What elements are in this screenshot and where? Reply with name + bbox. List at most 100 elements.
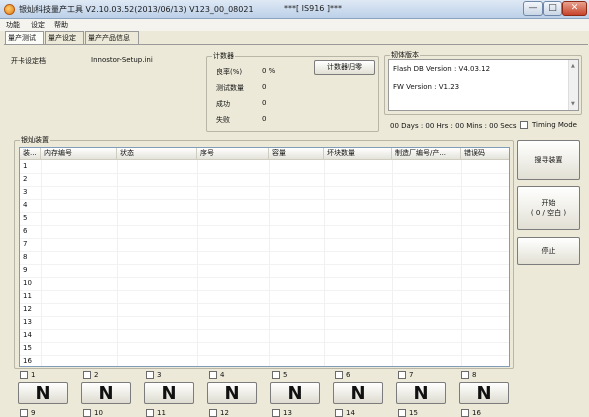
window-title: 银灿科技量产工具 V2.10.03.52(2013/06/13) V123_00… — [19, 5, 254, 14]
tab-product-info[interactable]: 量产产品信息 — [85, 31, 139, 44]
menu-function[interactable]: 功能 — [6, 20, 20, 30]
port-checkbox[interactable] — [146, 371, 154, 379]
flash-db-version: Flash DB Version : V4.03.12 — [393, 65, 491, 73]
port-status-tile[interactable]: N — [459, 382, 509, 404]
table-row-number[interactable]: 10 — [23, 279, 32, 287]
col-manufacturer[interactable]: 制造厂编号/产... — [392, 148, 461, 160]
port-checkbox[interactable] — [461, 371, 469, 379]
table-row-divider — [20, 316, 509, 317]
close-button[interactable]: ✕ — [562, 1, 587, 16]
maximize-button[interactable]: □ — [543, 1, 562, 16]
port-status-tile[interactable]: N — [144, 382, 194, 404]
port-checkbox[interactable] — [335, 409, 343, 417]
port-checkbox[interactable] — [83, 371, 91, 379]
port-number-label: 10 — [94, 409, 103, 417]
table-row-divider — [20, 264, 509, 265]
port-status-tile[interactable]: N — [18, 382, 68, 404]
table-row-divider — [20, 173, 509, 174]
col-bad-blocks[interactable]: 坏块数量 — [324, 148, 392, 160]
port-status-tile[interactable]: N — [270, 382, 320, 404]
port-checkbox[interactable] — [146, 409, 154, 417]
start-label: 开始 — [541, 199, 556, 207]
table-row-divider — [20, 329, 509, 330]
table-row-number[interactable]: 6 — [23, 227, 27, 235]
setup-file-value: Innostor-Setup.ini — [91, 56, 153, 64]
table-column-divider — [117, 160, 118, 366]
port-number-label: 11 — [157, 409, 166, 417]
scroll-up-icon[interactable]: ▲ — [571, 63, 575, 69]
port-checkbox[interactable] — [20, 371, 28, 379]
port-checkbox[interactable] — [209, 371, 217, 379]
reset-counter-button[interactable]: 计数器归零 — [314, 60, 375, 75]
port-checkbox[interactable] — [83, 409, 91, 417]
port-checkbox[interactable] — [398, 371, 406, 379]
table-row-number[interactable]: 16 — [23, 357, 32, 365]
timing-mode-checkbox[interactable] — [520, 121, 528, 129]
port-checkbox[interactable] — [272, 371, 280, 379]
table-row-number[interactable]: 14 — [23, 331, 32, 339]
col-capacity[interactable]: 容量 — [269, 148, 324, 160]
table-row-number[interactable]: 11 — [23, 292, 32, 300]
port-status-tile[interactable]: N — [207, 382, 257, 404]
table-row-number[interactable]: 15 — [23, 344, 32, 352]
table-row-number[interactable]: 8 — [23, 253, 27, 261]
port-checkbox[interactable] — [272, 409, 280, 417]
scroll-down-icon[interactable]: ▼ — [571, 101, 575, 107]
start-button[interactable]: 开始 ( 0 / 空白 ) — [517, 186, 580, 230]
yield-label: 良率(%) — [216, 68, 243, 76]
table-row-number[interactable]: 12 — [23, 305, 32, 313]
success-label: 成功 — [216, 100, 230, 108]
table-row-divider — [20, 199, 509, 200]
port-checkbox[interactable] — [335, 371, 343, 379]
col-device[interactable]: 装... — [20, 148, 41, 160]
fw-version: FW Version : V1.23 — [393, 83, 460, 91]
stop-button[interactable]: 停止 — [517, 237, 580, 265]
port-status-tile[interactable]: N — [81, 382, 131, 404]
col-serial[interactable]: 序号 — [197, 148, 269, 160]
port-checkbox[interactable] — [20, 409, 28, 417]
port-status-tile[interactable]: N — [396, 382, 446, 404]
device-table: 装... 内存编号 状态 序号 容量 坏块数量 制造厂编号/产... 错误码 1… — [19, 147, 510, 367]
title-bar: 银灿科技量产工具 V2.10.03.52(2013/06/13) V123_00… — [0, 0, 589, 19]
port-checkbox[interactable] — [461, 409, 469, 417]
device-tag: ***[ IS916 ]*** — [284, 4, 343, 13]
setup-file-label: 开卡设定档 — [11, 57, 46, 65]
port-checkbox[interactable] — [209, 409, 217, 417]
port-number-label: 4 — [220, 371, 225, 379]
table-row-number[interactable]: 13 — [23, 318, 32, 326]
port-status-tile[interactable]: N — [333, 382, 383, 404]
table-row-divider — [20, 342, 509, 343]
table-header: 装... 内存编号 状态 序号 容量 坏块数量 制造厂编号/产... 错误码 — [20, 148, 509, 160]
port-number-label: 14 — [346, 409, 355, 417]
menu-help[interactable]: 帮助 — [54, 20, 68, 30]
timing-mode-label: Timing Mode — [532, 121, 577, 129]
table-row-divider — [20, 225, 509, 226]
table-row-number[interactable]: 3 — [23, 188, 27, 196]
elapsed-time: 00 Days : 00 Hrs : 00 Mins : 00 Secs — [390, 122, 517, 130]
table-row-number[interactable]: 9 — [23, 266, 27, 274]
col-status[interactable]: 状态 — [117, 148, 197, 160]
col-error-code[interactable]: 错误码 — [461, 148, 509, 160]
table-column-divider — [269, 160, 270, 366]
table-row-number[interactable]: 2 — [23, 175, 27, 183]
counter-title: 计数器 — [212, 51, 235, 61]
table-row-number[interactable]: 1 — [23, 162, 27, 170]
tab-production-test[interactable]: 量产测试 — [5, 31, 44, 45]
table-row-divider — [20, 303, 509, 304]
col-memory-id[interactable]: 内存编号 — [41, 148, 117, 160]
tab-production-settings[interactable]: 量产设定 — [45, 31, 84, 44]
port-number-label: 8 — [472, 371, 477, 379]
port-checkbox[interactable] — [398, 409, 406, 417]
minimize-button[interactable]: — — [523, 1, 543, 16]
scan-devices-button[interactable]: 搜寻装置 — [517, 140, 580, 180]
scan-devices-label: 搜寻装置 — [534, 156, 563, 164]
firmware-scrollbar[interactable]: ▲ ▼ — [568, 60, 578, 110]
stop-label: 停止 — [541, 247, 556, 255]
menu-settings[interactable]: 设定 — [31, 20, 45, 30]
device-group-title: 银灿装置 — [20, 135, 50, 145]
table-row-number[interactable]: 7 — [23, 240, 27, 248]
start-count-label: ( 0 / 空白 ) — [530, 209, 567, 217]
table-row-divider — [20, 238, 509, 239]
table-row-number[interactable]: 4 — [23, 201, 27, 209]
table-row-number[interactable]: 5 — [23, 214, 27, 222]
